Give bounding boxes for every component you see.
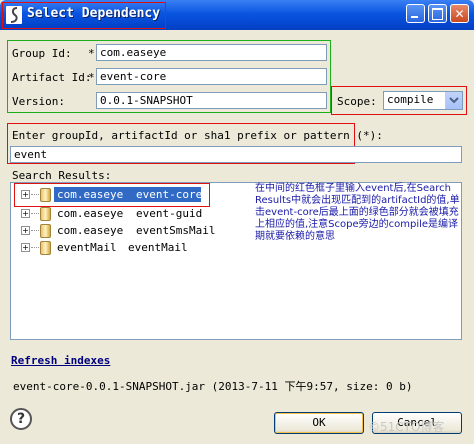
expand-icon[interactable]: +: [21, 243, 30, 252]
scope-label: Scope:: [337, 95, 377, 108]
artifact-id-field[interactable]: event-core: [96, 68, 327, 85]
annotation-note: 在中间的红色框子里输入event后,在Search Results中就会出现匹配…: [255, 183, 460, 242]
version-field[interactable]: 0.0.1-SNAPSHOT: [96, 92, 327, 109]
tree-row-group: com.easeye: [57, 188, 124, 201]
artifact-id-required: *: [88, 71, 95, 84]
tree-row-artifact: event-core: [136, 188, 203, 201]
jar-icon: [40, 207, 51, 221]
expand-icon[interactable]: +: [21, 190, 30, 199]
tree-row-group: eventMail: [57, 241, 117, 254]
group-id-field[interactable]: com.easeye: [96, 44, 327, 61]
jar-icon: [40, 224, 51, 238]
scope-select[interactable]: compile: [383, 91, 463, 110]
tree-row-event-guid[interactable]: + com.easeye event-guid: [11, 206, 241, 221]
tree-row-artifact: event-guid: [136, 207, 203, 220]
help-icon[interactable]: ?: [10, 408, 32, 430]
artifact-info: event-core-0.0.1-SNAPSHOT.jar (2013-7-11…: [13, 380, 413, 393]
tree-row-group: com.easeye: [57, 207, 124, 220]
search-results-label: Search Results:: [12, 169, 112, 182]
jar-icon: [40, 241, 51, 255]
tree-row-artifact: eventSmsMail: [136, 224, 216, 237]
watermark: ©51CTO博客: [368, 420, 445, 434]
ok-button[interactable]: OK: [274, 412, 364, 434]
search-prompt: Enter groupId, artifactId or sha1 prefix…: [12, 129, 383, 142]
title-bar[interactable]: Select Dependency ✕: [0, 0, 474, 30]
version-label: Version:: [12, 95, 65, 108]
search-input[interactable]: event: [10, 146, 462, 163]
tree-row-group: com.easeye: [57, 224, 124, 237]
chevron-down-icon: [449, 97, 459, 104]
jar-icon: [40, 188, 51, 202]
tree-row-eventsmsmail[interactable]: + com.easeye eventSmsMail: [11, 223, 241, 238]
close-icon[interactable]: ✕: [450, 4, 469, 23]
scope-dropdown-button[interactable]: [445, 92, 462, 109]
scope-value: compile: [387, 93, 434, 106]
title-highlight: [2, 2, 166, 29]
expand-icon[interactable]: +: [21, 209, 30, 218]
tree-row-eventmail[interactable]: + eventMail eventMail: [11, 240, 241, 255]
expand-icon[interactable]: +: [21, 226, 30, 235]
maximize-icon[interactable]: [428, 4, 447, 23]
tree-row-event-core[interactable]: + com.easeye event-core: [11, 187, 241, 202]
artifact-id-label: Artifact Id:: [12, 71, 92, 84]
minimize-icon[interactable]: [406, 4, 425, 23]
tree-row-artifact: eventMail: [128, 241, 188, 254]
search-results-tree[interactable]: + com.easeye event-core + com.easeye eve…: [10, 182, 462, 340]
group-id-required: *: [88, 47, 95, 60]
group-id-label: Group Id:: [12, 47, 72, 60]
refresh-indexes-link[interactable]: Refresh indexes: [11, 354, 110, 367]
